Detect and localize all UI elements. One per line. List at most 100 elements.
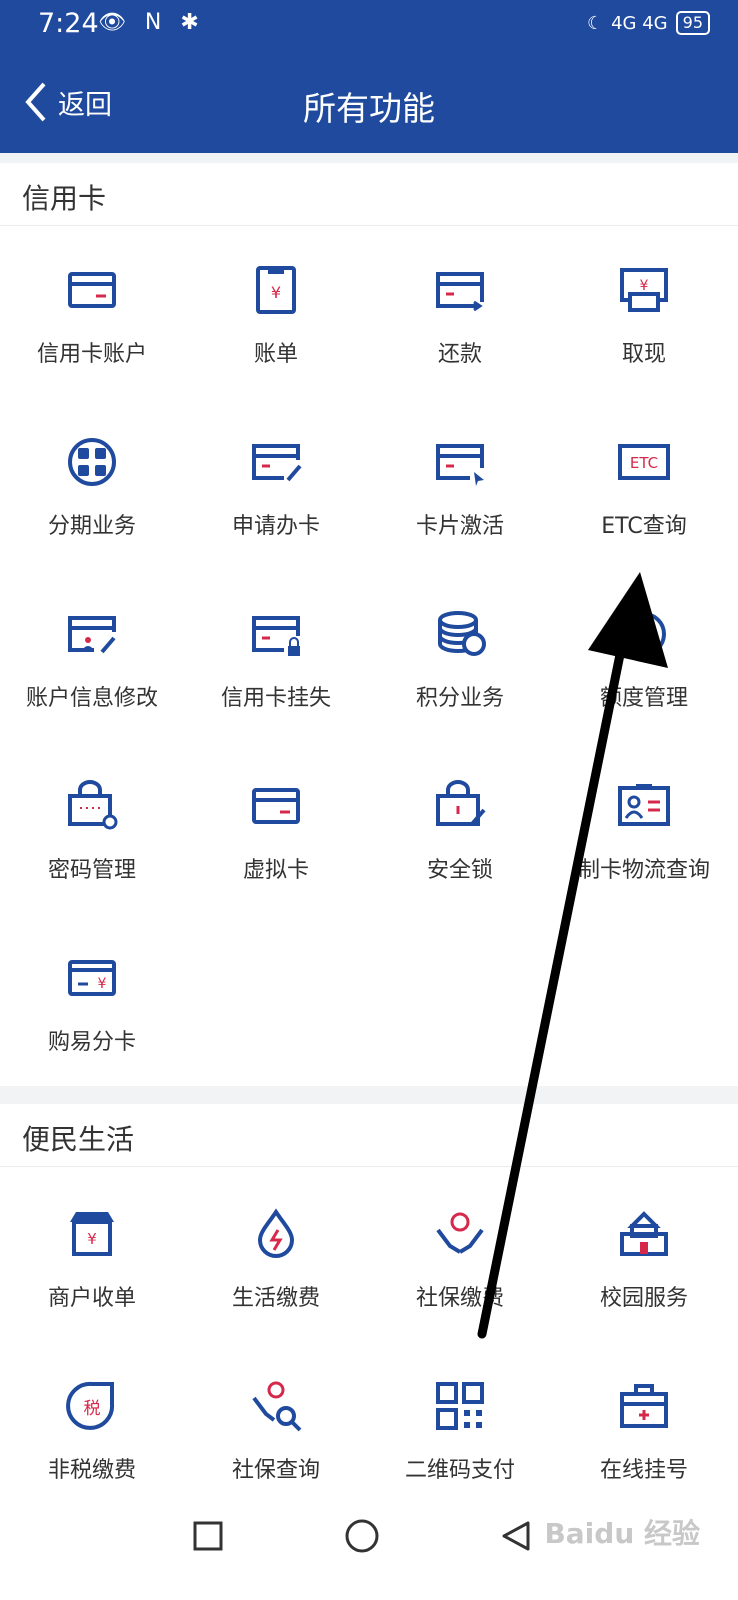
repayment-icon [436, 272, 484, 312]
grid-item-quota[interactable]: 额度管理 [552, 570, 736, 742]
page-title: 所有功能 [303, 89, 435, 128]
section-divider [0, 1086, 738, 1104]
grid-item-installment[interactable]: 分期业务 [0, 398, 184, 570]
grid-item-label: 密码管理 [47, 858, 136, 883]
installment-icon [68, 438, 116, 486]
section-header-credit-card: 信用卡 [0, 163, 738, 226]
recent-apps-button[interactable] [192, 1520, 224, 1552]
nav-bar: 返回 所有功能 [0, 64, 738, 144]
credit-card-icon [68, 272, 116, 308]
grid-item-security-lock[interactable]: 安全锁 [368, 742, 552, 914]
grid-item-merchant[interactable]: ¥ 商户收单 [0, 1170, 184, 1342]
grid-item-label: ETC查询 [601, 514, 687, 539]
grid-item-label: 在线挂号 [599, 1458, 688, 1483]
grid-item-label: 非税缴费 [47, 1458, 136, 1483]
app-header: 7:24 👁 N ✱ ☾ 4G 4G 95 返回 所有功能 [0, 0, 738, 153]
grid-item-qr-pay[interactable]: 二维码支付 [368, 1342, 552, 1514]
grid-item-label: 社保缴费 [415, 1286, 504, 1311]
shop-icon: ¥ [70, 1212, 114, 1256]
campus-icon [620, 1211, 668, 1256]
card-activate-icon [436, 444, 484, 486]
status-left-icons: 👁 N ✱ [98, 10, 205, 35]
grid-item-label: 额度管理 [599, 686, 688, 711]
watermark: Baidu 经验 [544, 1517, 700, 1550]
grid-item-card-logistics[interactable]: 制卡物流查询 [552, 742, 736, 914]
password-icon [68, 780, 118, 830]
coins-icon [438, 611, 486, 656]
shopping-card-icon: ¥ [68, 960, 116, 996]
id-card-icon [618, 784, 670, 826]
social-security-query-icon [252, 1381, 302, 1432]
grid-item-label: 申请办卡 [231, 514, 320, 539]
apply-card-icon [252, 444, 302, 482]
svg-text:¥: ¥ [87, 1230, 97, 1248]
back-nav-button[interactable] [500, 1520, 532, 1552]
card-lock-icon [252, 616, 300, 656]
grid-item-label: 购易分卡 [47, 1030, 136, 1055]
utility-icon [257, 1208, 295, 1258]
grid-item-points[interactable]: 积分业务 [368, 570, 552, 742]
etc-icon: ETC [618, 444, 670, 480]
tax-icon: 税 [66, 1381, 115, 1430]
medical-kit-icon [620, 1384, 668, 1428]
social-security-pay-icon [436, 1212, 484, 1254]
svg-text:¥: ¥ [271, 283, 281, 302]
grid-item-repayment[interactable]: 还款 [368, 226, 552, 398]
svg-text:¥: ¥ [640, 278, 649, 294]
grid-item-label: 还款 [437, 342, 482, 367]
grid-item-label: 卡片激活 [415, 514, 504, 539]
grid-item-social-security-pay[interactable]: 社保缴费 [368, 1170, 552, 1342]
grid-item-online-registration[interactable]: 在线挂号 [552, 1342, 736, 1514]
grid-item-label: 商户收单 [47, 1286, 136, 1311]
account-edit-icon [68, 616, 116, 654]
quota-icon [622, 612, 666, 656]
section-title: 便民生活 [22, 1123, 135, 1156]
signal-icon: 4G 4G [611, 12, 668, 34]
grid-item-card-report-loss[interactable]: 信用卡挂失 [184, 570, 368, 742]
grid-item-apply-card[interactable]: 申请办卡 [184, 398, 368, 570]
grid-item-bill[interactable]: ¥ 账单 [184, 226, 368, 398]
grid-item-label: 二维码支付 [404, 1458, 515, 1483]
grid-item-label: 账单 [253, 342, 298, 367]
battery-icon: 95 [675, 11, 710, 35]
status-bar: 7:24 👁 N ✱ ☾ 4G 4G 95 [0, 0, 738, 54]
grid-item-label: 虚拟卡 [242, 858, 309, 883]
qr-code-icon [436, 1382, 484, 1430]
status-time: 7:24 [38, 8, 99, 39]
grid-item-virtual-card[interactable]: 虚拟卡 [184, 742, 368, 914]
grid-item-label: 积分业务 [415, 686, 504, 711]
cash-withdraw-icon: ¥ [620, 268, 668, 312]
grid-item-utility[interactable]: 生活缴费 [184, 1170, 368, 1342]
grid-item-etc-query[interactable]: ETC ETC查询 [552, 398, 736, 570]
grid-item-label: 社保查询 [231, 1458, 320, 1483]
section-title: 信用卡 [22, 182, 107, 215]
grid-item-non-tax[interactable]: 税 非税缴费 [0, 1342, 184, 1514]
grid-item-label: 校园服务 [599, 1286, 688, 1311]
virtual-card-icon [252, 788, 300, 824]
status-right-icons: ☾ 4G 4G 95 [587, 11, 710, 35]
grid-item-label: 取现 [621, 342, 666, 367]
grid-item-label: 信用卡挂失 [220, 686, 331, 711]
grid-item-label: 信用卡账户 [36, 342, 147, 367]
grid-item-credit-card-account[interactable]: 信用卡账户 [0, 226, 184, 398]
security-lock-icon [436, 780, 486, 826]
grid-item-account-edit[interactable]: 账户信息修改 [0, 570, 184, 742]
grid-item-shopping-card[interactable]: ¥ 购易分卡 [0, 914, 184, 1086]
svg-text:¥: ¥ [98, 976, 107, 992]
svg-text:税: 税 [84, 1399, 101, 1419]
grid-item-password[interactable]: 密码管理 [0, 742, 184, 914]
svg-text:ETC: ETC [630, 454, 658, 472]
grid-item-label: 制卡物流查询 [577, 858, 710, 883]
home-button[interactable] [344, 1518, 380, 1554]
grid-item-label: 安全锁 [426, 858, 493, 883]
grid-item-label: 生活缴费 [231, 1286, 320, 1311]
grid-item-cash-withdraw[interactable]: ¥ 取现 [552, 226, 736, 398]
grid-item-label: 账户信息修改 [25, 686, 158, 711]
grid-item-card-activate[interactable]: 卡片激活 [368, 398, 552, 570]
bill-icon: ¥ [256, 266, 296, 314]
section-header-convenience: 便民生活 [0, 1104, 738, 1167]
grid-item-social-security-query[interactable]: 社保查询 [184, 1342, 368, 1514]
grid-item-campus[interactable]: 校园服务 [552, 1170, 736, 1342]
grid-item-label: 分期业务 [47, 514, 136, 539]
section-divider [0, 153, 738, 163]
